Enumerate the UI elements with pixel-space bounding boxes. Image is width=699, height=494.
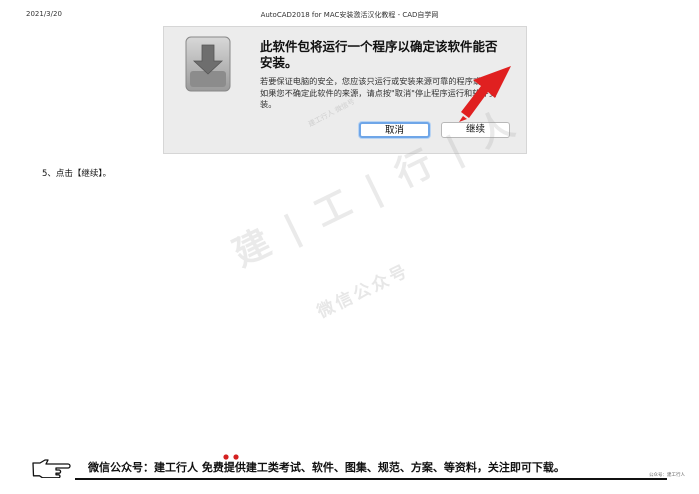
header-title: AutoCAD2018 for MAC安装激活汉化教程 - CAD自学网 <box>260 11 439 19</box>
pointing-hand-icon <box>32 459 71 478</box>
watermark-sub: 微信公众号 <box>314 260 413 323</box>
footer-banner: 微信公众号：建工行人 免费提供建工类考试、软件、图集、规范、方案、等资料，关注即… <box>0 452 699 482</box>
footer-underline <box>75 478 667 480</box>
footer-text: 微信公众号：建工行人 免费提供建工类考试、软件、图集、规范、方案、等资料，关注即… <box>88 461 565 474</box>
step-text: 5、点击【继续】。 <box>42 169 112 179</box>
corner-label: 公众号：建工行人 <box>649 473 685 478</box>
installer-package-icon <box>185 36 231 92</box>
